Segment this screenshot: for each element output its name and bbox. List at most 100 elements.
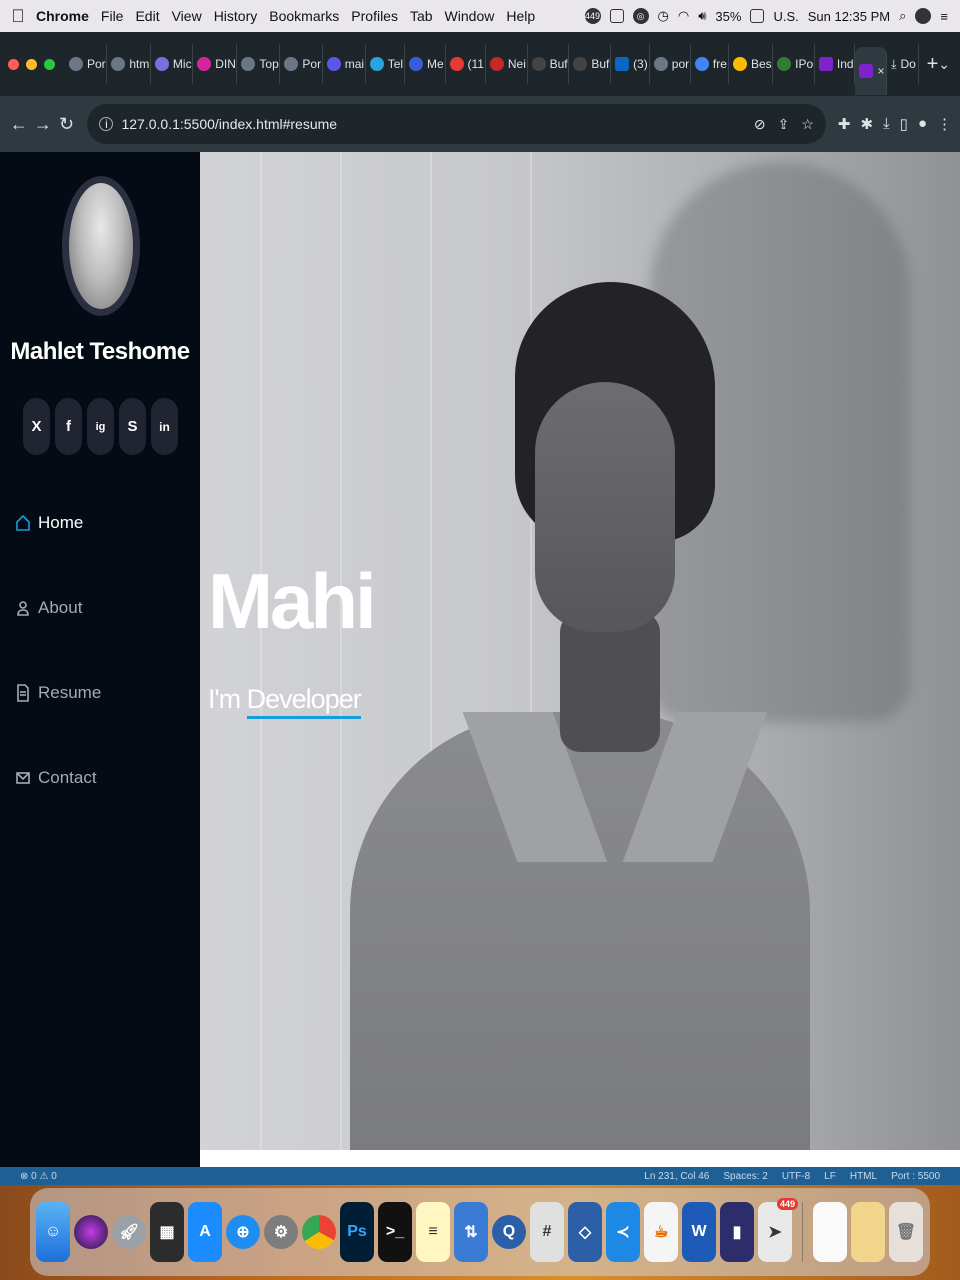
side-panel-icon[interactable]: ▯ xyxy=(900,115,908,133)
tab[interactable]: htm xyxy=(107,44,151,84)
linkedin-icon[interactable]: in xyxy=(151,398,178,455)
close-window-button[interactable] xyxy=(8,58,19,70)
live-server-port[interactable]: Port : 5500 xyxy=(891,1171,940,1182)
eye-off-icon[interactable]: ⊘ xyxy=(754,116,766,133)
app-menu-chrome[interactable]: Chrome xyxy=(36,8,89,24)
vscode-icon[interactable]: ≺ xyxy=(606,1202,640,1262)
x-twitter-icon[interactable]: X xyxy=(23,398,50,455)
menu-history[interactable]: History xyxy=(214,8,258,24)
profile-avatar-icon[interactable]: ● xyxy=(918,115,927,133)
tab[interactable]: Por xyxy=(65,44,108,84)
share-icon[interactable]: ⇪ xyxy=(778,116,790,133)
apple-menu-icon[interactable]:  xyxy=(0,6,36,27)
launchpad-icon[interactable]: 🚀︎ xyxy=(112,1215,146,1249)
framer-icon[interactable]: ▮ xyxy=(720,1202,754,1262)
menu-profiles[interactable]: Profiles xyxy=(351,8,398,24)
trash-icon[interactable]: 🗑︎ xyxy=(889,1202,923,1262)
address-bar[interactable]: i 127.0.0.1:5500/index.html#resume ⊘ ⇪ ☆ xyxy=(87,104,826,144)
sidebar-item-resume[interactable]: Resume xyxy=(0,650,200,735)
kebab-menu-icon[interactable]: ⋮ xyxy=(937,115,952,133)
wifi-icon[interactable]: ◠ xyxy=(678,8,689,24)
tab[interactable]: por xyxy=(650,44,691,84)
menu-view[interactable]: View xyxy=(172,8,202,24)
system-preferences-icon[interactable]: ⚙ xyxy=(264,1215,298,1249)
terminal-icon[interactable]: >_ xyxy=(378,1202,412,1262)
time-machine-icon[interactable]: ◷ xyxy=(658,8,669,24)
indentation[interactable]: Spaces: 2 xyxy=(723,1171,767,1182)
safari-icon[interactable]: ⊕ xyxy=(226,1215,260,1249)
finder-icon[interactable]: ☺ xyxy=(36,1202,70,1262)
tab[interactable]: Buf xyxy=(569,44,612,84)
forward-icon[interactable]: → xyxy=(32,114,54,135)
tab[interactable]: Bes xyxy=(729,44,774,84)
language-mode[interactable]: HTML xyxy=(850,1171,877,1182)
tab[interactable]: Me xyxy=(405,44,446,84)
sidebar-item-home[interactable]: Home xyxy=(0,480,200,565)
tab[interactable]: IPo xyxy=(773,44,815,84)
tab[interactable]: Tel xyxy=(366,44,406,84)
extension-icon[interactable]: ✚ xyxy=(838,115,851,133)
telegram-icon[interactable]: ➤ 449 xyxy=(758,1198,798,1262)
tab[interactable]: (11 xyxy=(446,44,486,84)
reload-icon[interactable]: ↻ xyxy=(56,114,78,135)
status-badge[interactable]: 449 xyxy=(584,8,601,24)
app-store-icon[interactable]: A xyxy=(188,1202,222,1262)
minimize-window-button[interactable] xyxy=(26,58,37,70)
tab[interactable]: Buf xyxy=(528,44,570,84)
menu-help[interactable]: Help xyxy=(506,8,535,24)
site-info-icon[interactable]: i xyxy=(99,117,114,131)
photoshop-icon[interactable]: Ps xyxy=(340,1202,374,1262)
sidebar-item-about[interactable]: About xyxy=(0,565,200,650)
tab[interactable]: mai xyxy=(323,44,366,84)
tab-search-chevron-icon[interactable]: ⌄ xyxy=(938,56,950,73)
tab[interactable]: fre xyxy=(691,44,729,84)
tab[interactable]: DIN xyxy=(193,44,238,84)
back-icon[interactable]: ← xyxy=(8,114,30,135)
menu-edit[interactable]: Edit xyxy=(135,8,159,24)
problems-count[interactable]: ⊗ 0 ⚠ 0 xyxy=(20,1171,57,1182)
menu-file[interactable]: File xyxy=(101,8,124,24)
input-source[interactable]: U.S. xyxy=(773,9,798,24)
downloads-icon[interactable]: ⤓ xyxy=(883,115,890,133)
tab[interactable]: Por xyxy=(280,44,323,84)
volume-icon[interactable]: 🔊︎ xyxy=(698,8,706,24)
creative-cloud-icon[interactable]: ◎ xyxy=(632,8,649,24)
cursor-position[interactable]: Ln 231, Col 46 xyxy=(644,1171,709,1182)
siri-icon[interactable] xyxy=(74,1215,108,1249)
siri-icon[interactable] xyxy=(915,8,932,24)
control-center-icon[interactable]: ≡ xyxy=(940,9,948,24)
clock[interactable]: Sun 12:35 PM xyxy=(808,9,890,24)
virtualbox-icon[interactable]: ◇ xyxy=(568,1202,602,1262)
zoom-window-button[interactable] xyxy=(44,58,55,70)
menu-window[interactable]: Window xyxy=(445,8,495,24)
tab[interactable]: Ind xyxy=(815,44,856,84)
facebook-icon[interactable]: f xyxy=(55,398,82,455)
calculator-icon[interactable]: # xyxy=(530,1202,564,1262)
migration-assistant-icon[interactable]: ⇅ xyxy=(454,1202,488,1262)
instagram-icon[interactable]: ig xyxy=(87,398,114,455)
dropbox-icon[interactable] xyxy=(609,9,624,23)
battery-percent[interactable]: 35% xyxy=(715,9,741,24)
menu-tab[interactable]: Tab xyxy=(410,8,433,24)
tab[interactable]: Nei xyxy=(486,44,528,84)
tab[interactable]: Mic xyxy=(151,44,194,84)
spotlight-icon[interactable]: ⌕ xyxy=(899,8,906,24)
quicktime-icon[interactable]: Q xyxy=(492,1215,526,1249)
word-icon[interactable]: W xyxy=(682,1202,716,1262)
profile-name[interactable]: Mahlet Teshome xyxy=(0,338,200,366)
tab-close-icon[interactable]: × xyxy=(877,64,884,78)
url-text[interactable]: 127.0.0.1:5500/index.html#resume xyxy=(121,116,337,132)
line-ending[interactable]: LF xyxy=(824,1171,836,1182)
menu-bookmarks[interactable]: Bookmarks xyxy=(269,8,339,24)
tab[interactable]: (3) xyxy=(611,44,650,84)
puzzle-icon[interactable]: ✱ xyxy=(860,115,873,133)
photo-booth-icon[interactable]: ▦ xyxy=(150,1202,184,1262)
document-icon[interactable] xyxy=(813,1202,847,1262)
archive-icon[interactable] xyxy=(851,1202,885,1262)
notes-icon[interactable]: ≡ xyxy=(416,1202,450,1262)
chrome-icon[interactable] xyxy=(302,1215,336,1249)
encoding[interactable]: UTF-8 xyxy=(782,1171,810,1182)
skype-icon[interactable]: S xyxy=(119,398,146,455)
java-icon[interactable]: ☕︎ xyxy=(644,1202,678,1262)
bookmark-star-icon[interactable]: ☆ xyxy=(801,116,814,133)
